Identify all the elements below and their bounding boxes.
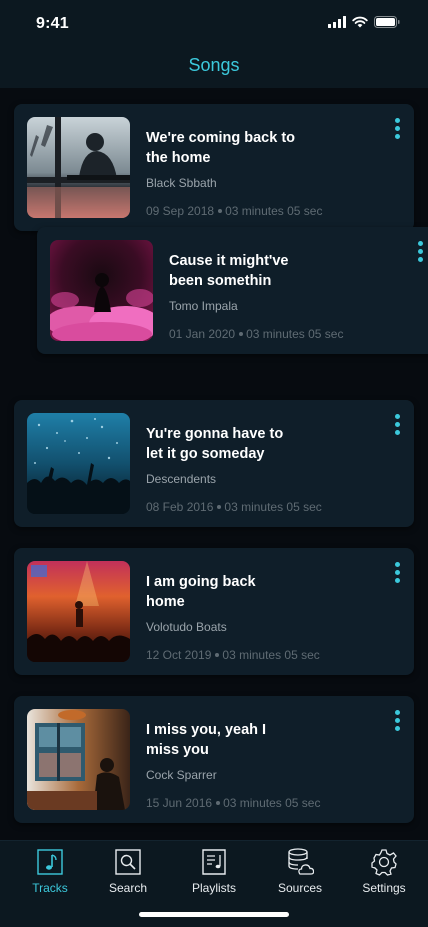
more-options-icon[interactable] bbox=[418, 241, 424, 263]
song-card[interactable]: We're coming back to the home Black Sbba… bbox=[14, 104, 414, 231]
status-icons bbox=[328, 16, 400, 28]
database-cloud-icon bbox=[288, 848, 314, 875]
album-art bbox=[27, 709, 130, 810]
tab-search[interactable]: Search bbox=[88, 847, 168, 895]
song-duration: 03 minutes 05 sec bbox=[246, 327, 344, 341]
wifi-icon bbox=[352, 16, 368, 28]
album-art bbox=[50, 240, 153, 341]
more-options-icon[interactable] bbox=[395, 710, 401, 732]
song-duration: 03 minutes 05 sec bbox=[222, 648, 320, 662]
home-indicator bbox=[139, 912, 289, 917]
song-duration: 03 minutes 05 sec bbox=[225, 204, 323, 218]
album-art bbox=[27, 413, 130, 514]
song-title: I am going back home bbox=[146, 574, 256, 610]
song-title: Yu're gonna have to let it go someday bbox=[146, 426, 284, 462]
tab-settings[interactable]: Settings bbox=[344, 847, 424, 895]
tab-sources[interactable]: Sources bbox=[260, 847, 340, 895]
battery-icon bbox=[374, 16, 400, 28]
song-card[interactable]: Cause it might've been somethin Tomo Imp… bbox=[37, 227, 428, 354]
tab-label: Settings bbox=[362, 881, 406, 895]
song-meta: 09 Sep 2018 03 minutes 05 sec bbox=[146, 204, 322, 218]
song-artist: Cock Sparrer bbox=[146, 768, 217, 782]
song-date: 08 Feb 2016 bbox=[146, 500, 214, 514]
album-art bbox=[27, 561, 130, 662]
song-title: I miss you, yeah I miss you bbox=[146, 722, 267, 758]
song-artist: Descendents bbox=[146, 472, 217, 486]
song-meta: 15 Jun 2016 03 minutes 05 sec bbox=[146, 796, 320, 810]
more-options-icon[interactable] bbox=[395, 562, 401, 584]
more-options-icon[interactable] bbox=[395, 118, 401, 140]
separator-dot bbox=[217, 504, 222, 509]
separator-dot bbox=[218, 208, 223, 213]
search-icon bbox=[115, 849, 141, 875]
song-date: 09 Sep 2018 bbox=[146, 204, 215, 218]
song-meta: 12 Oct 2019 03 minutes 05 sec bbox=[146, 648, 320, 662]
song-meta: 08 Feb 2016 03 minutes 05 sec bbox=[146, 500, 322, 514]
separator-dot bbox=[215, 652, 220, 657]
song-title: We're coming back to the home bbox=[146, 130, 296, 166]
song-date: 12 Oct 2019 bbox=[146, 648, 212, 662]
song-date: 01 Jan 2020 bbox=[169, 327, 236, 341]
more-options-icon[interactable] bbox=[395, 414, 401, 436]
song-card[interactable]: Yu're gonna have to let it go someday De… bbox=[14, 400, 414, 527]
separator-dot bbox=[216, 800, 221, 805]
song-artist: Volotudo Boats bbox=[146, 620, 227, 634]
song-duration: 03 minutes 05 sec bbox=[223, 796, 321, 810]
song-meta: 01 Jan 2020 03 minutes 05 sec bbox=[169, 327, 343, 341]
signal-icon bbox=[328, 16, 346, 28]
song-title: Cause it might've been somethin bbox=[169, 253, 289, 289]
song-artist: Black Sbbath bbox=[146, 176, 217, 190]
gear-icon bbox=[371, 849, 397, 876]
tab-label: Search bbox=[108, 881, 148, 895]
tab-label: Playlists bbox=[191, 881, 236, 895]
song-duration: 03 minutes 05 sec bbox=[224, 500, 322, 514]
playlist-icon bbox=[202, 849, 226, 875]
status-time: 9:41 bbox=[36, 15, 69, 32]
song-card[interactable]: I miss you, yeah I miss you Cock Sparrer… bbox=[14, 696, 414, 823]
album-art bbox=[27, 117, 130, 218]
page-title: Songs bbox=[188, 55, 240, 75]
tab-tracks[interactable]: Tracks bbox=[10, 847, 90, 895]
song-artist: Tomo Impala bbox=[169, 299, 238, 313]
tab-label: Tracks bbox=[32, 881, 68, 895]
song-card[interactable]: I am going back home Volotudo Boats 12 O… bbox=[14, 548, 414, 675]
music-note-icon bbox=[37, 849, 63, 875]
tab-label: Sources bbox=[277, 881, 323, 895]
tab-playlists[interactable]: Playlists bbox=[174, 847, 254, 895]
separator-dot bbox=[239, 331, 244, 336]
song-date: 15 Jun 2016 bbox=[146, 796, 213, 810]
app-header: 9:41 Songs bbox=[0, 0, 428, 88]
